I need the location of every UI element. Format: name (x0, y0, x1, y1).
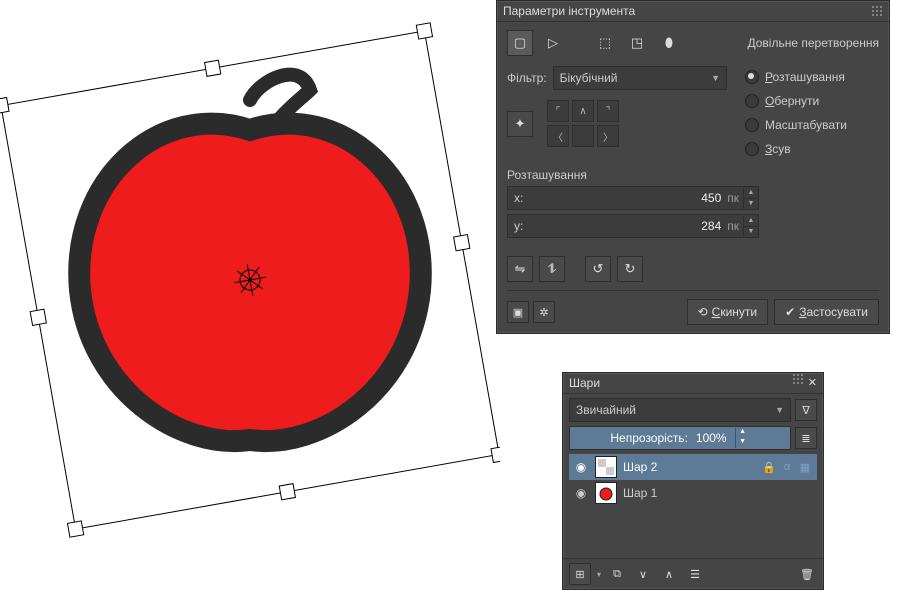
layer-name[interactable]: Шар 2 (623, 460, 755, 474)
layer-name[interactable]: Шар 1 (623, 486, 813, 500)
anchor-tr[interactable]: ⌝ (597, 100, 619, 122)
x-input[interactable]: x: 450 пк ▲▼ (507, 186, 759, 210)
liquify-icon[interactable]: ⬮ (657, 31, 681, 55)
anchor-center-icon[interactable]: ✦ (507, 111, 533, 137)
panel-grab-icon[interactable] (792, 373, 804, 385)
edit-transform-icon[interactable]: ✲ (533, 301, 555, 323)
radio-scale[interactable]: Масштабувати (745, 114, 847, 136)
move-down-icon[interactable]: ∨ (633, 564, 653, 584)
tool-options-title: Параметри інструмента (503, 1, 635, 21)
layer-thumbnail (595, 482, 617, 504)
free-transform-icon[interactable]: ▣ (507, 301, 529, 323)
blend-mode-select[interactable]: Звичайний ▼ (569, 398, 791, 422)
delete-layer-icon[interactable]: 🗑 (797, 564, 817, 584)
nudge-up[interactable]: ∧ (572, 100, 594, 122)
layers-title: Шари (569, 373, 600, 393)
layers-panel: Шари ✕ Звичайний ▼ ∇ Непрозорість: 100% … (562, 372, 824, 590)
transform-target-layer-icon[interactable]: ▢ (507, 30, 533, 56)
filter-label: Фільтр: (507, 71, 547, 85)
chevron-down-icon: ▼ (711, 73, 720, 83)
tool-options-panel: Параметри інструмента ▢ ▷ ⬚ ◳ ⬮ Довільне… (496, 0, 890, 334)
x-step-down[interactable]: ▼ (744, 199, 758, 209)
apple-drawing (79, 75, 421, 441)
apply-button[interactable]: ✔ Застосувати (774, 299, 879, 325)
duplicate-layer-icon[interactable]: ⧉ (607, 564, 627, 584)
apply-icon: ✔ (785, 305, 795, 319)
lock-icon[interactable]: 🔒 (761, 461, 777, 474)
canvas-area[interactable] (0, 0, 500, 520)
nudge-grid: ⌜ ∧ ⌝ 〈 〉 (547, 100, 619, 147)
filter-select[interactable]: Бікубічний ▼ (553, 66, 727, 90)
perspective-icon[interactable]: ⬚ (593, 31, 617, 55)
alpha-icon[interactable]: α (779, 461, 795, 473)
flip-v-icon[interactable]: ⥮ (539, 256, 565, 282)
layer-filter-icon[interactable]: ∇ (795, 399, 817, 421)
rotate-cw-icon[interactable]: ↻ (617, 256, 643, 282)
layer-row[interactable]: ◉ Шар 1 (569, 480, 817, 506)
radio-shear[interactable]: Зсув (745, 138, 847, 160)
alpha-lock-icon[interactable]: ▦ (797, 461, 813, 474)
close-icon[interactable]: ✕ (808, 373, 817, 393)
layer-properties-icon[interactable]: ☰ (685, 564, 705, 584)
radio-rotate[interactable]: Обернути (745, 90, 847, 112)
flip-h-icon[interactable]: ⇋ (507, 256, 533, 282)
add-layer-icon[interactable]: ⊞ (569, 563, 591, 585)
visibility-icon[interactable]: ◉ (573, 460, 589, 474)
x-step-up[interactable]: ▲ (744, 188, 758, 199)
visibility-icon[interactable]: ◉ (573, 486, 589, 500)
y-input[interactable]: y: 284 пк ▲▼ (507, 214, 759, 238)
nudge-left[interactable]: 〈 (547, 125, 569, 147)
move-up-icon[interactable]: ∧ (659, 564, 679, 584)
opacity-slider[interactable]: Непрозорість: 100% ▲▼ (569, 426, 791, 450)
layer-thumbnail (595, 456, 617, 478)
y-step-down[interactable]: ▼ (744, 227, 758, 237)
transform-target-path-icon[interactable]: ▷ (541, 31, 565, 55)
panel-grab-icon[interactable] (871, 5, 883, 17)
transform-mode-label: Довільне перетворення (748, 36, 880, 50)
y-step-up[interactable]: ▲ (744, 216, 758, 227)
rotate-ccw-icon[interactable]: ↺ (585, 256, 611, 282)
layer-settings-icon[interactable]: ≣ (795, 427, 817, 449)
layer-row[interactable]: ◉ Шар 2 🔒 α ▦ (569, 454, 817, 480)
reset-button[interactable]: ⟲ Скинути (687, 299, 769, 325)
chevron-down-icon: ▼ (775, 405, 784, 415)
warp-icon[interactable]: ◳ (625, 31, 649, 55)
nudge-right[interactable]: 〉 (597, 125, 619, 147)
reset-icon: ⟲ (698, 305, 708, 319)
radio-position[interactable]: Розташування (745, 66, 847, 88)
anchor-center[interactable] (572, 125, 594, 147)
anchor-tl[interactable]: ⌜ (547, 100, 569, 122)
position-section-title: Розташування (507, 168, 879, 182)
